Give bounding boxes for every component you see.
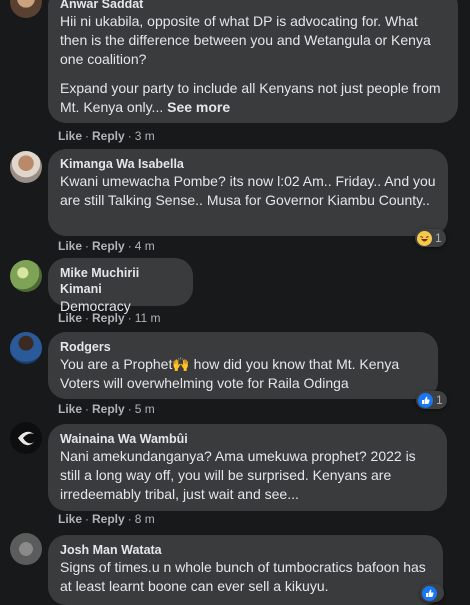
- comment-paragraph-2: Expand your party to include all Kenyans…: [60, 79, 446, 117]
- like-icon: [418, 392, 433, 408]
- reply-button[interactable]: Reply: [92, 239, 125, 253]
- avatar[interactable]: [10, 422, 42, 454]
- comment-text: Kwani umewacha Pombe? its now l:02 Am.. …: [60, 173, 436, 208]
- comment-actions: Like · Reply · 3 m: [58, 129, 155, 143]
- comment-author[interactable]: Anwar Saddat: [60, 0, 446, 12]
- avatar[interactable]: [10, 533, 42, 565]
- comment-bubble: Kimanga Wa Isabella Kwani umewacha Pombe…: [48, 149, 448, 236]
- comment-bubble: Wainaina Wa Wambûi Nani amekundanganya? …: [48, 424, 447, 511]
- reaction-count[interactable]: 1: [416, 391, 447, 409]
- like-button[interactable]: Like: [58, 402, 82, 416]
- reply-button[interactable]: Reply: [92, 512, 125, 526]
- comment-paragraph-text: Expand your party to include all Kenyans…: [60, 80, 441, 115]
- comment-text: Signs of times.u n whole bunch of tumboc…: [60, 559, 426, 594]
- comment-author[interactable]: Josh Man Watata: [60, 542, 431, 558]
- comment-author[interactable]: Rodgers: [60, 339, 426, 355]
- avatar[interactable]: [10, 260, 42, 292]
- avatar[interactable]: [10, 332, 42, 364]
- reaction-count[interactable]: 1: [415, 229, 446, 247]
- comment-text: You are a Prophet🙌 how did you know that…: [60, 356, 400, 391]
- comment-bubble: Anwar Saddat Hii ni ukabila, opposite of…: [48, 0, 458, 123]
- reply-button[interactable]: Reply: [92, 402, 125, 416]
- timestamp[interactable]: 8 m: [135, 512, 155, 526]
- comment-text: Nani amekundanganya? Ama umekuwa prophet…: [60, 448, 416, 502]
- haha-emoji-icon: [417, 230, 432, 246]
- reply-button[interactable]: Reply: [92, 311, 125, 325]
- timestamp[interactable]: 4 m: [135, 239, 155, 253]
- comment-author[interactable]: Kimanga Wa Isabella: [60, 156, 436, 172]
- avatar[interactable]: [10, 0, 42, 18]
- reaction-count-label: 1: [435, 231, 442, 245]
- comment-actions: Like · Reply · 5 m: [58, 402, 155, 416]
- comment-bubble: Mike Muchirii Kimani Democracy: [48, 258, 193, 314]
- timestamp[interactable]: 5 m: [135, 402, 155, 416]
- like-button[interactable]: Like: [58, 239, 82, 253]
- comment-actions: Like · Reply · 8 m: [58, 512, 155, 526]
- comment-bubble: Josh Man Watata Signs of times.u n whole…: [48, 535, 443, 605]
- comment-author[interactable]: Mike Muchirii Kimani: [60, 265, 181, 297]
- comment-actions: Like · Reply · 11 m: [58, 311, 161, 325]
- like-button[interactable]: Like: [58, 129, 82, 143]
- comment-text: Hii ni ukabila, opposite of what DP is a…: [60, 12, 446, 117]
- reaction-count[interactable]: [420, 584, 444, 602]
- comment-bubble: Rodgers You are a Prophet🙌 how did you k…: [48, 332, 438, 399]
- like-icon: [422, 585, 437, 601]
- comment-paragraph: Hii ni ukabila, opposite of what DP is a…: [60, 13, 431, 67]
- comment-actions: Like · Reply · 4 m: [58, 239, 155, 253]
- timestamp[interactable]: 3 m: [135, 129, 155, 143]
- see-more-link[interactable]: See more: [167, 99, 230, 115]
- reply-button[interactable]: Reply: [92, 129, 125, 143]
- reaction-count-label: 1: [436, 393, 443, 407]
- timestamp[interactable]: 11 m: [135, 311, 161, 325]
- avatar[interactable]: [10, 151, 42, 183]
- comment-author[interactable]: Wainaina Wa Wambûi: [60, 431, 435, 447]
- like-button[interactable]: Like: [58, 311, 82, 325]
- like-button[interactable]: Like: [58, 512, 82, 526]
